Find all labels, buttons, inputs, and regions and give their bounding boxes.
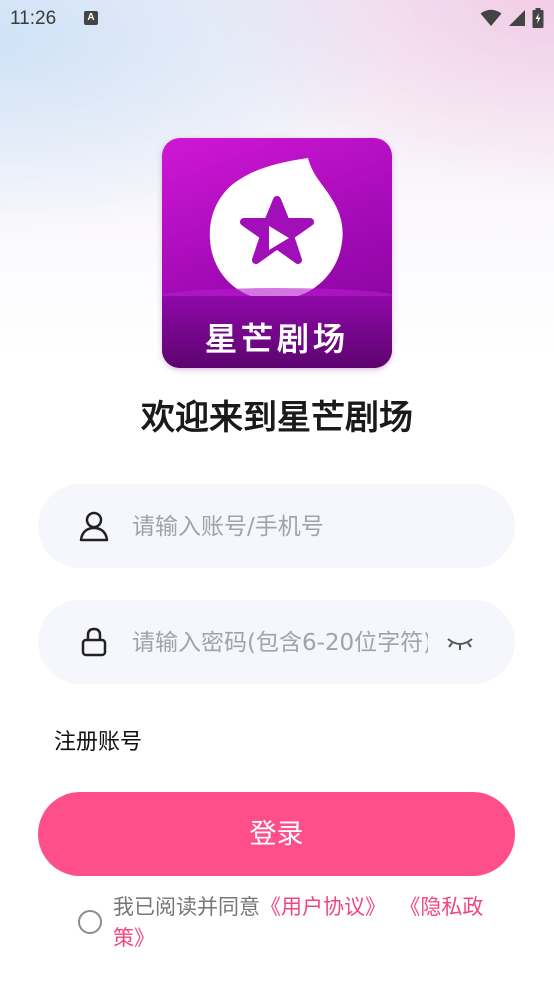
account-field[interactable] [38, 484, 515, 568]
welcome-title: 欢迎来到星芒剧场 [141, 398, 413, 438]
eye-closed-icon[interactable] [445, 630, 475, 654]
status-time: 11:26 [10, 8, 57, 29]
login-button[interactable]: 登录 [38, 792, 515, 876]
logo-brand-text: 星芒剧场 [204, 320, 349, 358]
notification-icon: A [84, 11, 98, 25]
status-bar: 11:26 A [0, 0, 554, 38]
lock-icon [81, 627, 107, 657]
signal-icon [509, 10, 525, 26]
system-icons [480, 8, 544, 28]
agreement-checkbox[interactable] [78, 910, 102, 934]
password-field[interactable] [38, 600, 515, 684]
password-input[interactable] [130, 618, 430, 668]
agreement-prefix: 我已阅读并同意 [113, 895, 260, 919]
agreement-text: 我已阅读并同意《用户协议》 《隐私政策》 [113, 892, 513, 954]
user-agreement-link[interactable]: 《用户协议》 [260, 895, 386, 919]
app-logo: 星芒剧场 [162, 138, 392, 368]
battery-charging-icon [532, 8, 544, 28]
account-input[interactable] [130, 502, 494, 552]
register-link[interactable]: 注册账号 [54, 724, 142, 756]
wifi-icon [480, 9, 502, 26]
user-icon [79, 511, 109, 542]
